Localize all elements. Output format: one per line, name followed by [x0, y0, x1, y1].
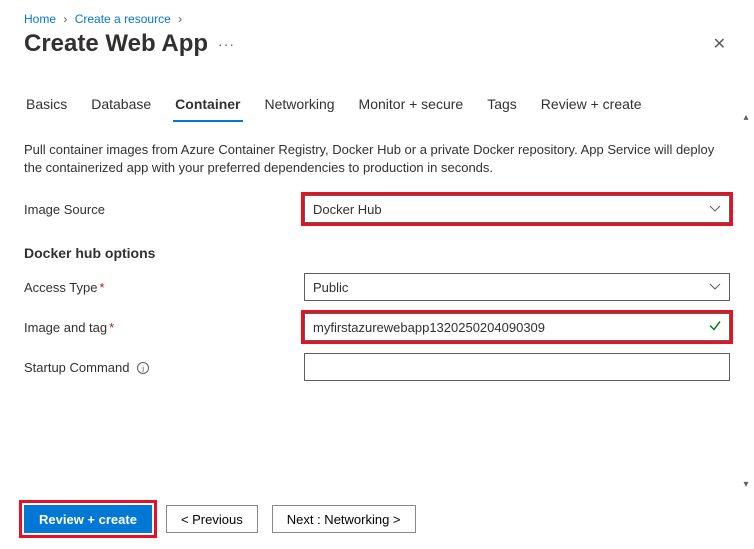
- chevron-down-icon: [709, 283, 721, 291]
- tab-container[interactable]: Container: [173, 90, 242, 122]
- image-source-value: Docker Hub: [313, 202, 382, 217]
- scroll-up-icon[interactable]: ▴: [740, 112, 752, 124]
- docker-hub-heading: Docker hub options: [24, 245, 730, 261]
- label-image-tag: Image and tag*: [24, 320, 304, 335]
- next-button[interactable]: Next : Networking >: [272, 505, 416, 533]
- label-startup-command: Startup Command i: [24, 360, 304, 375]
- access-type-value: Public: [313, 280, 348, 295]
- tab-basics[interactable]: Basics: [24, 90, 69, 122]
- image-tag-input[interactable]: [304, 313, 730, 341]
- image-tag-wrapper: [304, 313, 730, 341]
- required-asterisk: *: [99, 280, 104, 295]
- tab-tags[interactable]: Tags: [485, 90, 519, 122]
- row-image-tag: Image and tag*: [24, 313, 730, 341]
- label-image-source: Image Source: [24, 202, 304, 217]
- chevron-down-icon: [709, 205, 721, 213]
- previous-button[interactable]: < Previous: [166, 505, 258, 533]
- startup-command-input[interactable]: [304, 353, 730, 381]
- info-icon[interactable]: i: [137, 362, 149, 374]
- tabs: Basics Database Container Networking Mon…: [24, 90, 730, 123]
- more-menu-icon[interactable]: ···: [218, 36, 235, 52]
- page-title: Create Web App: [24, 30, 208, 58]
- access-type-select[interactable]: Public: [304, 273, 730, 301]
- page-header: Create Web App ··· ✕: [0, 30, 754, 76]
- breadcrumb-sep: ›: [178, 12, 182, 26]
- breadcrumb-home[interactable]: Home: [24, 12, 56, 26]
- row-startup-command: Startup Command i: [24, 353, 730, 381]
- content-area: Basics Database Container Networking Mon…: [0, 90, 754, 510]
- close-icon[interactable]: ✕: [709, 30, 730, 58]
- row-image-source: Image Source Docker Hub: [24, 195, 730, 223]
- tab-monitor-secure[interactable]: Monitor + secure: [357, 90, 466, 122]
- breadcrumb-create-resource[interactable]: Create a resource: [75, 12, 171, 26]
- required-asterisk: *: [109, 320, 114, 335]
- wizard-footer: Review + create < Previous Next : Networ…: [0, 489, 754, 549]
- review-create-button[interactable]: Review + create: [24, 505, 152, 533]
- label-access-type: Access Type*: [24, 280, 304, 295]
- tab-review-create[interactable]: Review + create: [539, 90, 644, 122]
- image-source-select[interactable]: Docker Hub: [304, 195, 730, 223]
- tab-database[interactable]: Database: [89, 90, 153, 122]
- row-access-type: Access Type* Public: [24, 273, 730, 301]
- checkmark-icon: [708, 319, 722, 336]
- tab-networking[interactable]: Networking: [263, 90, 337, 122]
- startup-command-wrapper: [304, 353, 730, 381]
- tab-description: Pull container images from Azure Contain…: [24, 141, 724, 177]
- breadcrumb: Home › Create a resource ›: [0, 0, 754, 30]
- breadcrumb-sep: ›: [63, 12, 67, 26]
